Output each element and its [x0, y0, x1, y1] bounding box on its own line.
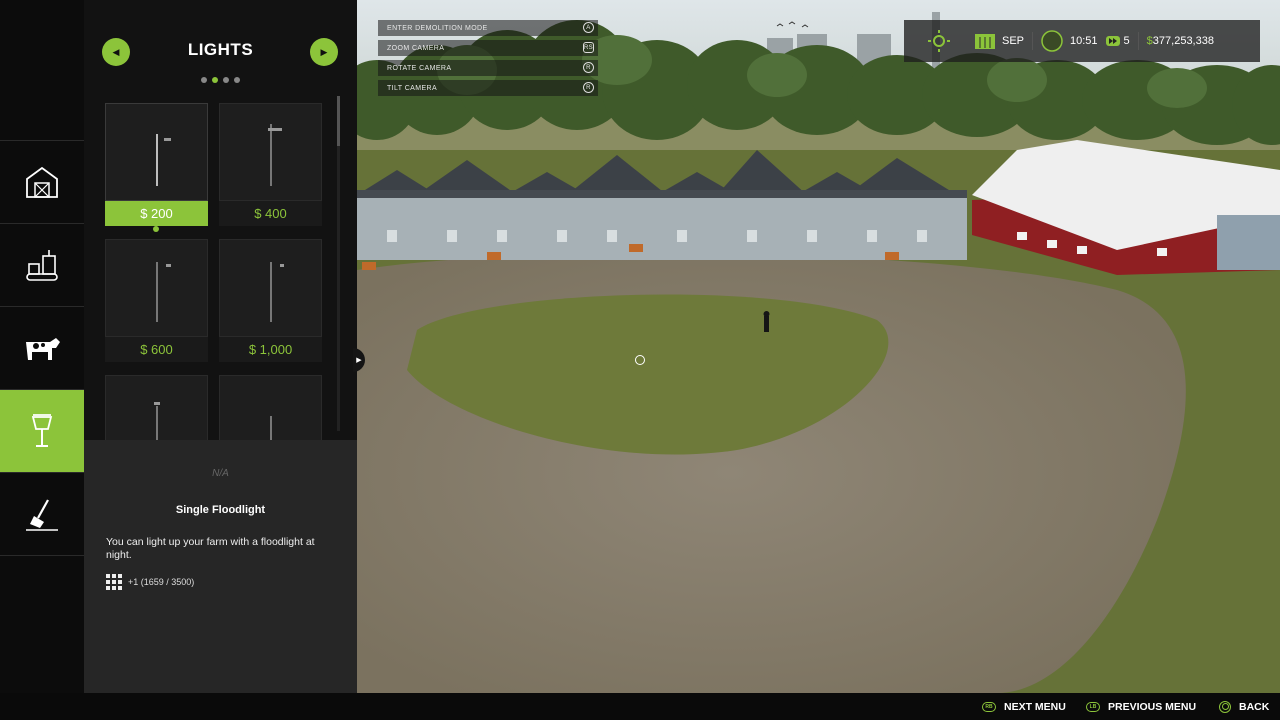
calendar-widget: SEP	[974, 20, 1024, 62]
time-speed: 5	[1123, 35, 1130, 47]
scrollbar-thumb[interactable]	[337, 96, 340, 146]
store-item-tall-streetlight[interactable]: $ 1,000	[219, 239, 322, 362]
cow-icon	[26, 338, 60, 360]
farm-scene	[357, 0, 1280, 693]
category-rail	[0, 0, 90, 693]
store-item[interactable]	[219, 375, 322, 440]
rb-button-icon: RB	[982, 701, 996, 712]
month-label: SEP	[1002, 35, 1025, 47]
store-item[interactable]	[105, 375, 208, 440]
category-production[interactable]	[0, 223, 84, 306]
player-character	[763, 311, 770, 332]
item-description: You can light up your farm with a floodl…	[106, 536, 315, 561]
lamp-head	[166, 264, 171, 267]
item-thumbnail	[105, 103, 208, 201]
lb-button-icon: LB	[1086, 701, 1100, 712]
page-dot-active[interactable]	[212, 77, 218, 83]
item-thumbnail	[219, 375, 322, 440]
barn-icon	[26, 166, 58, 198]
hint-label: TILT CAMERA	[387, 84, 438, 92]
page-indicator	[84, 70, 357, 88]
back-label: BACK	[1239, 700, 1270, 713]
floodlight-head	[268, 128, 282, 131]
lamp-pole	[155, 406, 158, 440]
right-stick-icon: R	[583, 82, 594, 93]
item-thumbnail	[105, 239, 208, 337]
fast-forward-icon	[1105, 36, 1120, 46]
back-button[interactable]: BACK	[1219, 693, 1269, 720]
hint-label: ZOOM CAMERA	[387, 44, 445, 52]
hint-label: ENTER DEMOLITION MODE	[387, 24, 488, 32]
item-thumbnail	[219, 103, 322, 201]
calendar-icon	[975, 34, 995, 49]
page-dot[interactable]	[223, 77, 229, 83]
street-lamp-icon	[31, 414, 53, 447]
category-landscaping[interactable]	[0, 472, 84, 556]
selection-marker	[153, 226, 159, 232]
item-info-panel: N/A Single Floodlight You can light up y…	[84, 440, 357, 693]
store-item-streetlight[interactable]: $ 600	[105, 239, 208, 362]
next-menu-button[interactable]: RB NEXT MENU	[982, 693, 1066, 720]
shovel-icon	[26, 499, 58, 531]
slot-usage: +1 (1659 / 3500)	[106, 574, 194, 590]
button-a-icon: A	[583, 22, 594, 33]
item-price: $ 200	[105, 201, 208, 226]
item-thumbnail	[219, 239, 322, 337]
time-label: 10:51	[1070, 35, 1098, 47]
hud-bar: SEP 10:51 5 $377,253,338	[904, 20, 1260, 62]
store-item-single-floodlight[interactable]: $ 200	[105, 103, 208, 226]
bottom-button-bar: RB NEXT MENU LB PREVIOUS MENU BACK	[0, 693, 1280, 720]
floodlight-head	[164, 138, 171, 141]
previous-menu-button[interactable]: LB PREVIOUS MENU	[1086, 693, 1196, 720]
hud-divider	[1032, 32, 1034, 50]
clock-widget: 10:51 5	[1041, 20, 1130, 62]
hint-demolition: ENTER DEMOLITION MODE A	[378, 20, 598, 36]
category-buildings[interactable]	[0, 140, 84, 223]
lamp-head	[154, 402, 160, 405]
hud-divider	[1137, 32, 1139, 50]
slots-icon	[106, 574, 122, 590]
money-amount: 377,253,338	[1152, 35, 1214, 47]
game-viewport[interactable]	[357, 0, 1280, 693]
b-button-icon	[1219, 700, 1231, 713]
next-menu-label: NEXT MENU	[1004, 700, 1066, 713]
page-dot[interactable]	[234, 77, 240, 83]
weather-widget	[904, 20, 974, 62]
lamp-pole	[155, 262, 158, 322]
store-panel: ◀ LIGHTS ▶ $ 200 $ 400 $ 600 $ 1,000	[84, 0, 357, 440]
right-stick-icon: RS	[583, 42, 594, 53]
lamp-pole	[269, 262, 272, 322]
lamp-head	[280, 264, 284, 267]
right-stick-icon: R	[583, 62, 594, 73]
money-widget: $377,253,338	[1147, 20, 1214, 62]
store-item-double-floodlight[interactable]: $ 400	[219, 103, 322, 226]
floodlight-pole	[155, 134, 158, 186]
hint-zoom: ZOOM CAMERA RS	[378, 40, 598, 56]
hint-label: ROTATE CAMERA	[387, 64, 452, 72]
item-name: Single Floodlight	[175, 504, 266, 516]
category-decoration[interactable]	[0, 389, 90, 472]
hint-tilt: TILT CAMERA R	[378, 80, 598, 96]
previous-menu-label: PREVIOUS MENU	[1108, 700, 1197, 713]
item-price: $ 600	[105, 337, 208, 362]
next-category-button[interactable]: ▶	[310, 38, 338, 66]
item-grid: $ 200 $ 400 $ 600 $ 1,000	[105, 103, 322, 440]
category-animals[interactable]	[0, 306, 84, 389]
item-thumbnail	[105, 375, 208, 440]
scrollbar-track[interactable]	[337, 96, 340, 431]
item-price: $ 400	[219, 201, 322, 226]
item-price: $ 1,000	[219, 337, 322, 362]
floodlight-pole	[269, 124, 272, 186]
item-status: N/A	[212, 468, 229, 479]
hint-rotate: ROTATE CAMERA R	[378, 60, 598, 76]
page-dot[interactable]	[201, 77, 207, 83]
slot-count: +1 (1659 / 3500)	[128, 577, 195, 587]
lamp-pole	[269, 416, 272, 440]
sun-icon	[928, 30, 950, 52]
clock-icon	[1041, 30, 1063, 52]
factory-icon	[26, 250, 58, 281]
